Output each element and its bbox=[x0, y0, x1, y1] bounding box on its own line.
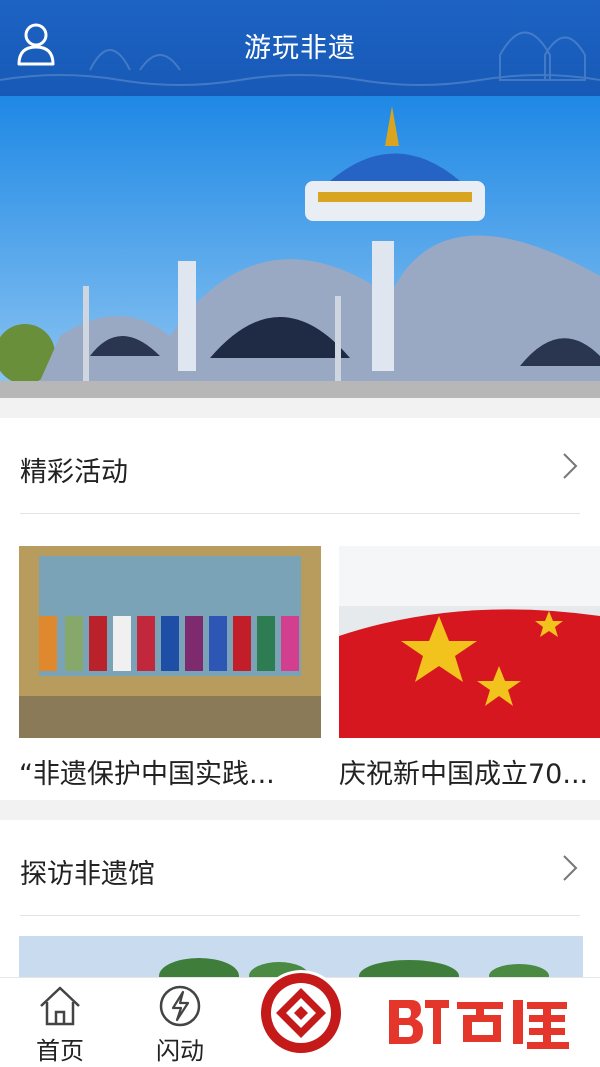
watermark-logo bbox=[389, 1000, 569, 1049]
activity-card-caption: “非遗保护中国实践... bbox=[19, 759, 275, 790]
home-icon bbox=[40, 986, 80, 1026]
activity-card-image bbox=[19, 546, 321, 738]
museum-section: 探访非遗馆 bbox=[0, 820, 600, 977]
chevron-right-icon[interactable] bbox=[562, 452, 578, 480]
activity-card-image bbox=[339, 546, 600, 738]
page-title: 游玩非遗 bbox=[244, 33, 356, 64]
lightning-icon bbox=[159, 985, 201, 1027]
app-header: 游玩非遗 bbox=[0, 0, 600, 96]
activities-header[interactable]: 精彩活动 bbox=[20, 418, 580, 514]
activity-card[interactable]: “非遗保护中国实践... bbox=[19, 546, 321, 791]
heritage-emblem-icon[interactable] bbox=[256, 968, 346, 1058]
activities-title: 精彩活动 bbox=[20, 457, 128, 488]
nav-home[interactable]: 首页 bbox=[0, 978, 120, 1067]
nav-flash[interactable]: 闪动 bbox=[120, 978, 240, 1067]
nav-home-label: 首页 bbox=[36, 1037, 84, 1065]
nav-flash-label: 闪动 bbox=[156, 1037, 204, 1065]
museum-header[interactable]: 探访非遗馆 bbox=[20, 820, 580, 916]
activity-card-caption: 庆祝新中国成立70... bbox=[339, 759, 589, 790]
chevron-right-icon[interactable] bbox=[562, 854, 578, 882]
banner-image[interactable] bbox=[0, 96, 600, 398]
activity-card[interactable]: 庆祝新中国成立70... bbox=[339, 546, 600, 791]
activities-section: 精彩活动 “非遗保护中国实践... 庆祝新中国成立70... bbox=[0, 418, 600, 800]
museum-title: 探访非遗馆 bbox=[20, 859, 155, 890]
